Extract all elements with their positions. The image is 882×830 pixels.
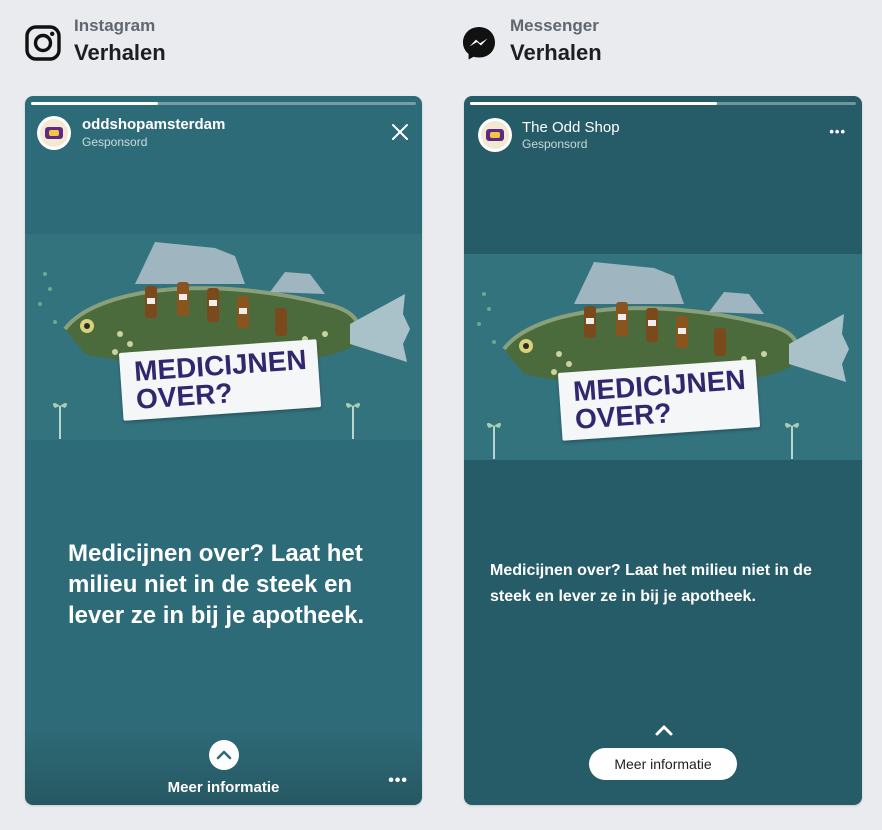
story-progress-fill <box>31 102 159 105</box>
placement-name: Verhalen <box>510 40 602 65</box>
more-icon[interactable]: ••• <box>388 772 408 790</box>
chevron-up-icon[interactable] <box>655 724 673 736</box>
story-progress-bar <box>31 102 416 105</box>
platform-name: Instagram <box>74 16 156 35</box>
cta-container[interactable]: Meer informatie <box>25 740 422 796</box>
avatar[interactable] <box>37 116 71 150</box>
instagram-story: oddshopamsterdam Gesponsord MEDICIJNEN O… <box>25 96 422 805</box>
more-icon[interactable]: ••• <box>829 124 846 139</box>
brand-logo <box>486 129 504 141</box>
ad-image: MEDICIJNEN OVER? <box>464 254 862 460</box>
placement-name: Verhalen <box>74 40 166 65</box>
platform-name: Messenger <box>510 16 599 35</box>
ad-caption: Medicijnen over? Laat het milieu niet in… <box>68 540 365 629</box>
messenger-story: The Odd Shop Gesponsord ••• MEDICIJNEN O… <box>464 96 862 805</box>
sponsored-label: Gesponsord <box>82 135 148 149</box>
headline-sign: MEDICIJNEN OVER? <box>118 339 322 421</box>
cta-label[interactable]: Meer informatie <box>25 779 422 796</box>
avatar[interactable] <box>478 118 512 152</box>
close-icon[interactable] <box>390 122 410 142</box>
ad-image: MEDICIJNEN OVER? <box>25 234 422 440</box>
ad-caption: Medicijnen over? Laat het milieu niet in… <box>490 562 812 605</box>
sponsored-label: Gesponsord <box>522 137 588 151</box>
story-progress-fill <box>470 102 718 105</box>
headline-sign: MEDICIJNEN OVER? <box>557 359 761 441</box>
cta-button[interactable]: Meer informatie <box>589 748 737 780</box>
account-name[interactable]: The Odd Shop <box>522 119 620 136</box>
brand-logo <box>45 127 63 139</box>
instagram-icon <box>25 25 61 61</box>
chevron-up-icon[interactable] <box>208 740 239 770</box>
messenger-icon <box>463 27 495 60</box>
story-progress-bar <box>470 102 856 105</box>
account-name[interactable]: oddshopamsterdam <box>82 116 225 133</box>
